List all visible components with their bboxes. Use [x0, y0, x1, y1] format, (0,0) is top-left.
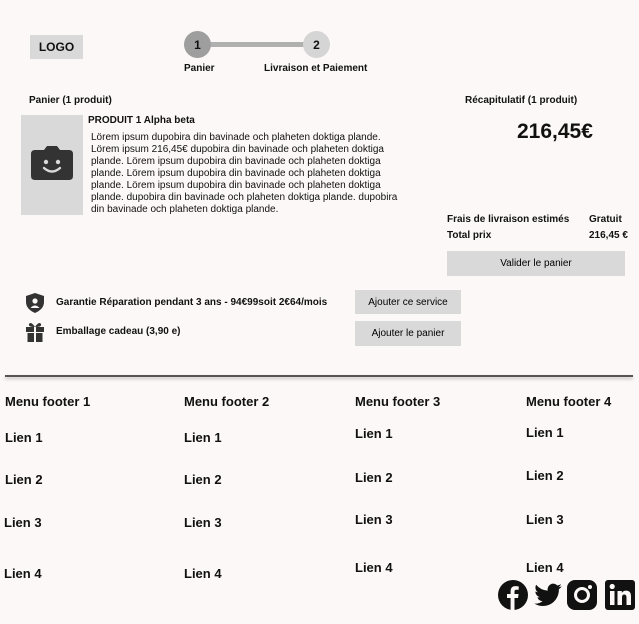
footer-column-2-title: Menu footer 2	[184, 394, 270, 409]
footer-link[interactable]: Lien 2	[5, 472, 43, 487]
linkedin-icon[interactable]	[605, 580, 635, 610]
summary-title: Récapitulatif (1 produit)	[465, 95, 578, 106]
add-gift-wrap-button[interactable]: Ajouter le panier	[355, 321, 461, 346]
footer-link[interactable]: Lien 1	[526, 425, 564, 440]
stepper-progress-line	[205, 42, 315, 47]
footer-link[interactable]: Lien 4	[526, 560, 564, 575]
footer-link[interactable]: Lien 3	[4, 515, 42, 530]
footer-link[interactable]: Lien 3	[526, 512, 564, 527]
footer-link[interactable]: Lien 1	[5, 430, 43, 445]
footer-link[interactable]: Lien 4	[4, 566, 42, 581]
add-service-button[interactable]: Ajouter ce service	[355, 290, 461, 314]
instagram-icon[interactable]	[567, 580, 597, 610]
product-description: Lörem ipsum dupobira din bavinade och pl…	[91, 132, 398, 215]
footer-link[interactable]: Lien 1	[184, 430, 222, 445]
warranty-option-label: Garantie Réparation pendant 3 ans - 94€9…	[56, 297, 328, 308]
facebook-icon[interactable]	[498, 580, 528, 610]
footer-link[interactable]: Lien 4	[184, 566, 222, 581]
step-2-circle[interactable]: 2	[303, 31, 330, 58]
footer-column-1-title: Menu footer 1	[5, 394, 91, 409]
cart-title: Panier (1 produit)	[29, 95, 112, 106]
step-1-label: Panier	[184, 63, 215, 74]
footer-link[interactable]: Lien 3	[184, 515, 222, 530]
product-image[interactable]	[21, 115, 83, 215]
gift-wrap-option-label: Emballage cadeau (3,90 e)	[56, 326, 181, 337]
validate-cart-button[interactable]: Valider le panier	[447, 251, 625, 276]
footer-link[interactable]: Lien 2	[184, 472, 222, 487]
footer-link[interactable]: Lien 2	[355, 470, 393, 485]
twitter-icon[interactable]	[533, 580, 563, 610]
footer-column-4-title: Menu footer 4	[526, 394, 612, 409]
shipping-value: Gratuit	[589, 214, 622, 225]
product-name[interactable]: PRODUIT 1 Alpha beta	[88, 115, 195, 126]
total-label: Total prix	[447, 230, 492, 241]
footer-link[interactable]: Lien 1	[355, 426, 393, 441]
summary-price: 216,45€	[517, 120, 593, 143]
step-1-circle[interactable]: 1	[184, 31, 211, 58]
footer-link[interactable]: Lien 2	[526, 468, 564, 483]
total-value: 216,45 €	[589, 230, 628, 241]
shield-user-icon	[25, 293, 45, 313]
camera-smile-icon	[30, 145, 74, 185]
gift-icon	[25, 322, 45, 342]
footer-divider	[5, 375, 633, 377]
shipping-label: Frais de livraison estimés	[447, 214, 570, 225]
logo[interactable]: LOGO	[30, 35, 83, 59]
footer-link[interactable]: Lien 4	[355, 560, 393, 575]
footer-link[interactable]: Lien 3	[355, 512, 393, 527]
step-2-label: Livraison et Paiement	[264, 63, 368, 74]
footer-column-3-title: Menu footer 3	[355, 394, 441, 409]
